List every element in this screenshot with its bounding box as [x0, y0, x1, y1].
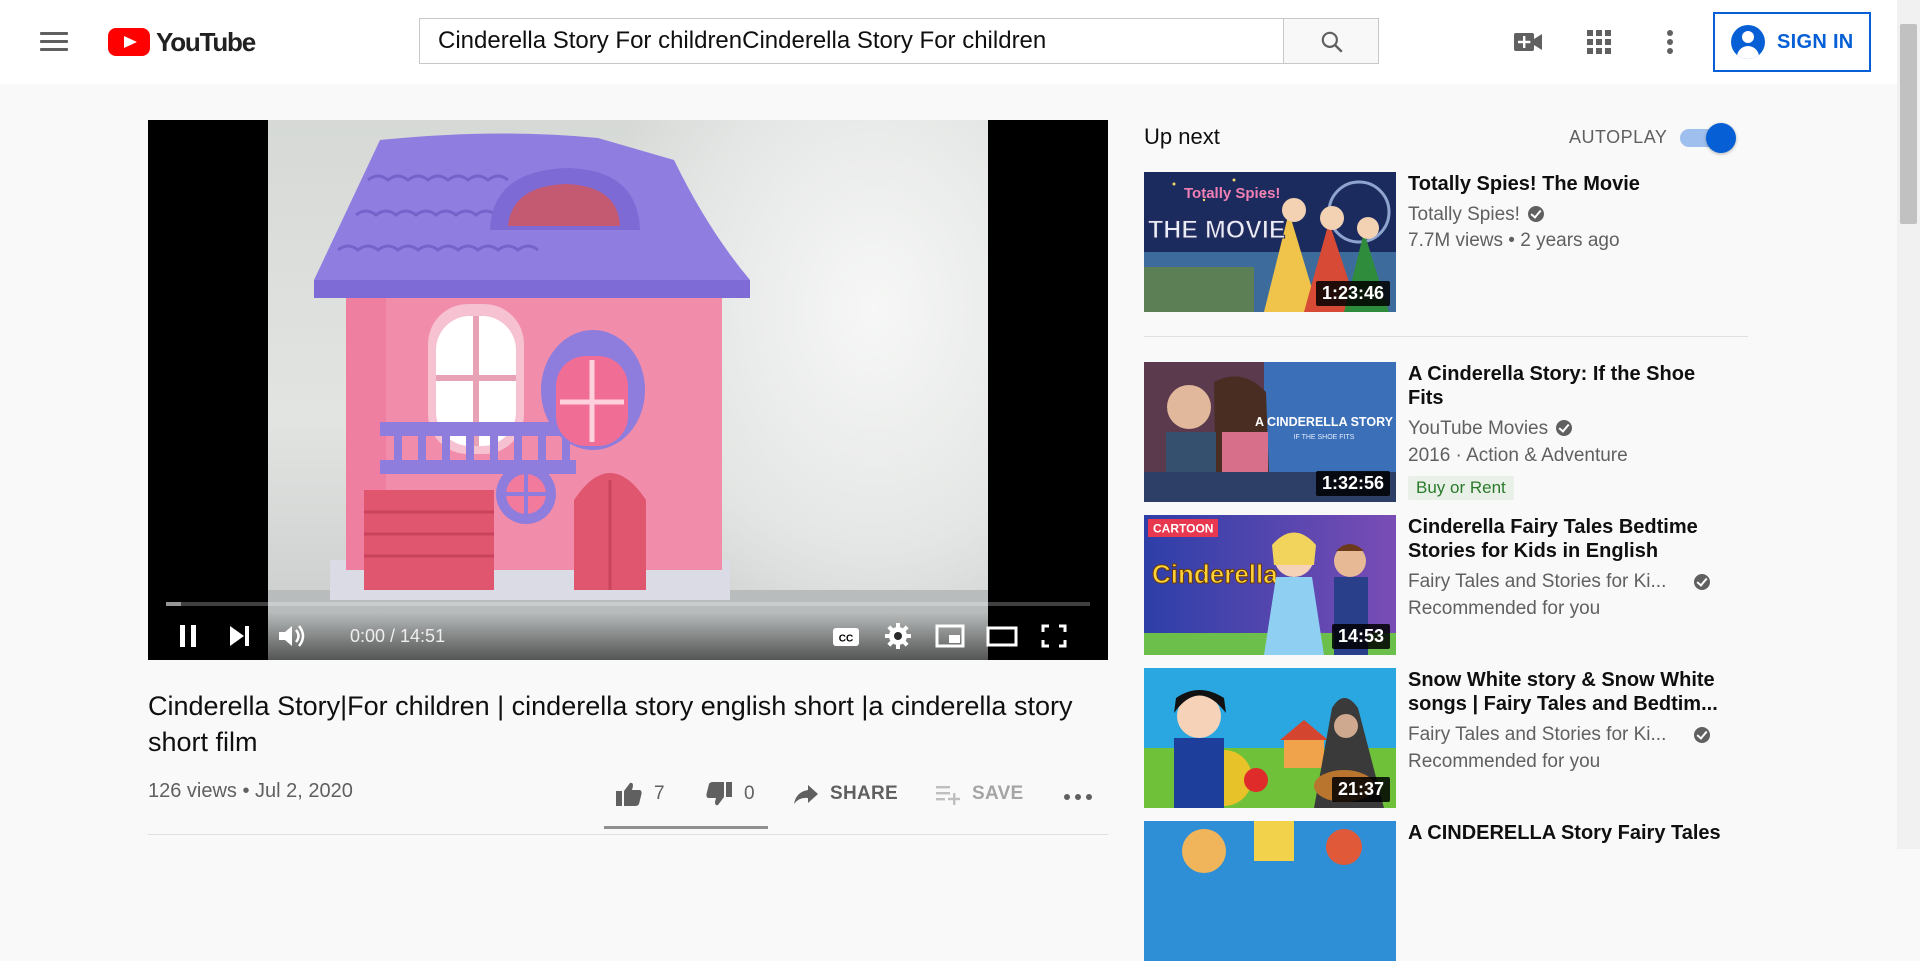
verified-check-icon: [1694, 574, 1710, 590]
thumb-logo-text: Totally Spies!: [1184, 185, 1280, 202]
recommended-video[interactable]: 21:37 Snow White story & Snow White song…: [1144, 668, 1764, 808]
save-label: SAVE: [972, 783, 1024, 804]
recommended-video[interactable]: Totally Spies! THE MOVIE 1:23:46 Totally…: [1144, 172, 1764, 312]
verified-check-icon: [1694, 727, 1710, 743]
recommended-video[interactable]: CARTOON Cinderella 14:53 Cinderella Fair…: [1144, 515, 1764, 655]
thumb-title-text: THE MOVIE: [1148, 216, 1286, 244]
volume-icon[interactable]: [274, 620, 310, 652]
share-button[interactable]: SHARE: [792, 776, 898, 812]
channel-name[interactable]: Totally Spies!: [1408, 204, 1544, 226]
like-button[interactable]: 7: [614, 776, 665, 812]
captions-icon[interactable]: CC: [828, 620, 864, 652]
verified-check-icon: [1527, 206, 1544, 222]
video-metadata: Recommended for you: [1408, 598, 1601, 619]
dislike-button[interactable]: 0: [704, 776, 755, 812]
thumb-badge-text: CARTOON: [1153, 522, 1213, 536]
view-count-date: 126 views • Jul 2, 2020: [148, 780, 353, 802]
theater-mode-icon[interactable]: [984, 620, 1020, 652]
youtube-play-logo-icon: [108, 28, 150, 56]
dollhouse-video-image: [268, 133, 988, 660]
youtube-logo[interactable]: YouTube: [108, 26, 256, 58]
recommended-video[interactable]: A CINDERELLA Story Fairy Tales: [1144, 821, 1764, 961]
search-button[interactable]: [1283, 18, 1379, 64]
video-duration: 1:23:46: [1315, 281, 1390, 306]
miniplayer-icon[interactable]: [932, 620, 968, 652]
video-title[interactable]: A CINDERELLA Story Fairy Tales: [1408, 821, 1728, 845]
video-title[interactable]: A Cinderella Story: If the Shoe Fits: [1408, 362, 1728, 410]
video-metadata: 2016 · Action & Adventure: [1408, 445, 1628, 466]
thumb-title-text: A CINDERELLA STORY: [1255, 415, 1394, 429]
logo-text: YouTube: [156, 26, 256, 57]
search-input[interactable]: [420, 19, 1283, 63]
page-scrollbar[interactable]: [1897, 0, 1920, 849]
settings-gear-icon[interactable]: [880, 620, 916, 652]
video-title[interactable]: Cinderella Fairy Tales Bedtime Stories f…: [1408, 515, 1728, 563]
video-thumbnail[interactable]: CARTOON Cinderella 14:53: [1144, 515, 1396, 655]
video-thumbnail[interactable]: [1144, 821, 1396, 961]
next-icon[interactable]: [222, 620, 258, 652]
share-label: SHARE: [830, 783, 899, 804]
video-duration: 21:37: [1331, 777, 1390, 802]
video-duration: 1:32:56: [1315, 471, 1390, 496]
dislike-count: 0: [744, 783, 755, 804]
sign-in-button[interactable]: SIGN IN: [1713, 12, 1871, 72]
masthead: YouTube SIGN IN: [0, 0, 1897, 84]
verified-check-icon: [1556, 420, 1573, 436]
like-count: 7: [654, 783, 665, 804]
more-actions-icon[interactable]: [1060, 776, 1096, 812]
apps-grid-icon[interactable]: [1579, 24, 1619, 60]
thumb-title-text: Cinderella: [1152, 559, 1278, 589]
video-duration: 14:53: [1331, 624, 1390, 649]
video-metadata: 7.7M views • 2 years ago: [1408, 230, 1620, 251]
autoplay-toggle[interactable]: [1680, 123, 1736, 153]
search-box: [419, 18, 1283, 64]
thumbs-down-icon: [706, 782, 732, 806]
info-divider: [148, 834, 1108, 835]
buy-or-rent-badge: Buy or Rent: [1408, 476, 1514, 500]
svg-text:CC: CC: [839, 634, 853, 645]
section-divider: [1144, 336, 1748, 337]
channel-name[interactable]: Fairy Tales and Stories for Ki...: [1408, 571, 1710, 593]
video-frame: [268, 120, 988, 660]
scrollbar-thumb[interactable]: [1900, 24, 1917, 224]
up-next-heading: Up next: [1144, 124, 1220, 149]
progress-bar[interactable]: [166, 602, 1090, 606]
playlist-add-icon: [936, 786, 960, 805]
like-dislike-ratio-bar: [604, 826, 768, 829]
thumb-subtitle-text: IF THE SHOE FITS: [1294, 434, 1355, 441]
video-title[interactable]: Totally Spies! The Movie: [1408, 172, 1728, 196]
sign-in-label: SIGN IN: [1777, 30, 1854, 53]
video-thumbnail[interactable]: A CINDERELLA STORY IF THE SHOE FITS 1:32…: [1144, 362, 1396, 502]
player-controls: 0:00 / 14:51 CC: [148, 612, 1108, 660]
video-thumbnail[interactable]: 21:37: [1144, 668, 1396, 808]
channel-name[interactable]: YouTube Movies: [1408, 418, 1573, 440]
thumbs-up-icon: [616, 782, 642, 806]
video-metadata: Recommended for you: [1408, 751, 1601, 772]
fullscreen-icon[interactable]: [1036, 620, 1072, 652]
create-video-icon[interactable]: [1508, 24, 1548, 60]
video-title[interactable]: Snow White story & Snow White songs | Fa…: [1408, 668, 1728, 716]
video-title: Cinderella Story|For children | cinderel…: [148, 691, 1073, 757]
search-icon: [1321, 31, 1343, 53]
share-arrow-icon: [794, 785, 818, 804]
buffered-bar: [166, 602, 181, 606]
account-avatar-icon: [1731, 25, 1765, 59]
autoplay-label: AUTOPLAY: [1569, 127, 1668, 147]
pause-icon[interactable]: [170, 620, 206, 652]
more-vertical-icon[interactable]: [1650, 24, 1690, 60]
time-display: 0:00 / 14:51: [350, 626, 446, 646]
video-thumbnail[interactable]: Totally Spies! THE MOVIE 1:23:46: [1144, 172, 1396, 312]
recommended-video[interactable]: A CINDERELLA STORY IF THE SHOE FITS 1:32…: [1144, 362, 1764, 502]
save-button[interactable]: SAVE: [934, 776, 1024, 812]
video-player[interactable]: 0:00 / 14:51 CC: [148, 120, 1108, 660]
channel-name[interactable]: Fairy Tales and Stories for Ki...: [1408, 724, 1710, 746]
hamburger-menu-icon[interactable]: [28, 24, 80, 60]
